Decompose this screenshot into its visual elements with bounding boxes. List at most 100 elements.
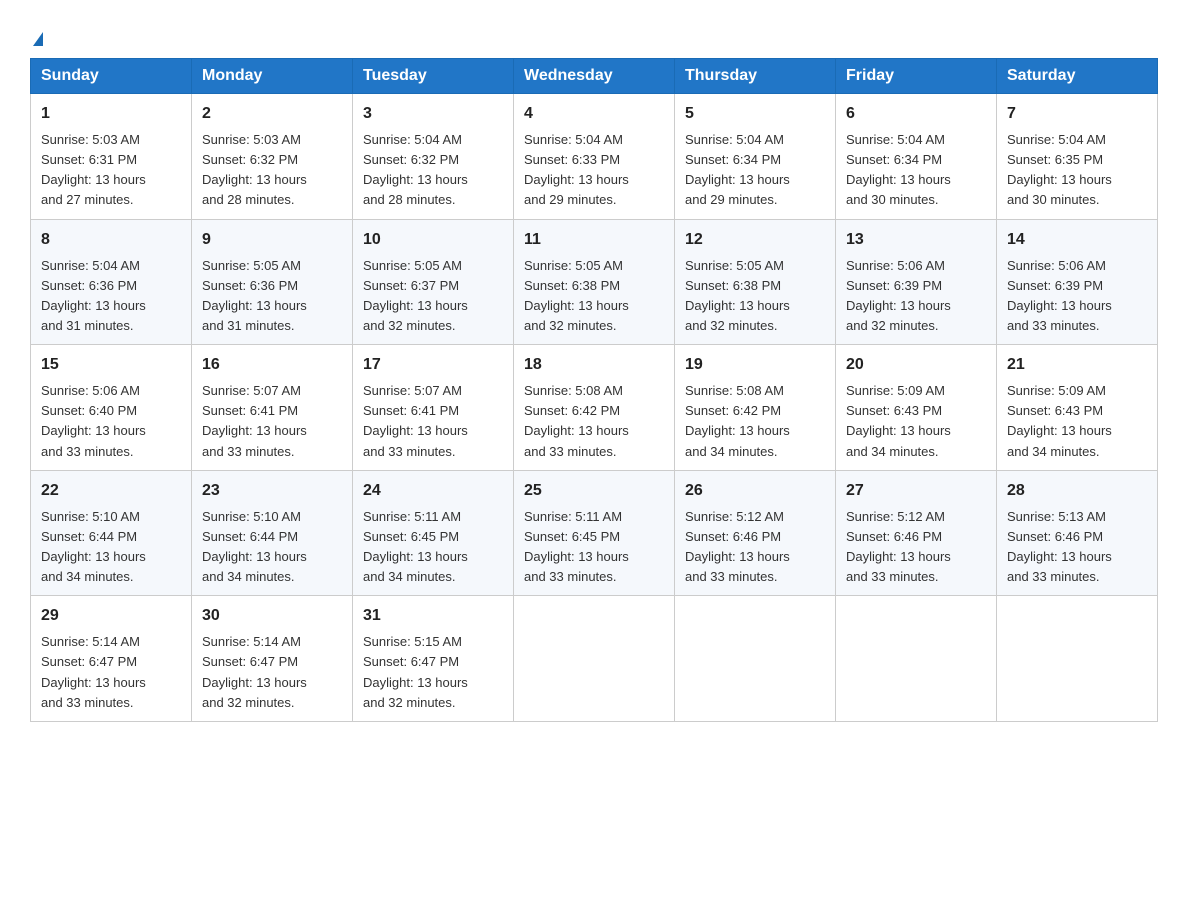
calendar-cell: 10 Sunrise: 5:05 AMSunset: 6:37 PMDayligh… xyxy=(353,219,514,345)
page-header xyxy=(30,20,1158,48)
calendar-cell: 13 Sunrise: 5:06 AMSunset: 6:39 PMDayligh… xyxy=(836,219,997,345)
calendar-cell: 14 Sunrise: 5:06 AMSunset: 6:39 PMDayligh… xyxy=(997,219,1158,345)
day-number: 9 xyxy=(202,228,342,252)
calendar-week-row: 22 Sunrise: 5:10 AMSunset: 6:44 PMDayligh… xyxy=(31,470,1158,596)
col-thursday: Thursday xyxy=(675,59,836,94)
logo-general-row xyxy=(30,20,43,48)
calendar-body: 1 Sunrise: 5:03 AMSunset: 6:31 PMDaylight… xyxy=(31,94,1158,722)
calendar-week-row: 8 Sunrise: 5:04 AMSunset: 6:36 PMDaylight… xyxy=(31,219,1158,345)
day-info: Sunrise: 5:09 AMSunset: 6:43 PMDaylight:… xyxy=(846,383,951,458)
calendar-cell: 15 Sunrise: 5:06 AMSunset: 6:40 PMDayligh… xyxy=(31,345,192,471)
day-number: 13 xyxy=(846,228,986,252)
calendar-cell: 28 Sunrise: 5:13 AMSunset: 6:46 PMDayligh… xyxy=(997,470,1158,596)
day-info: Sunrise: 5:03 AMSunset: 6:32 PMDaylight:… xyxy=(202,132,307,207)
day-number: 29 xyxy=(41,604,181,628)
col-tuesday: Tuesday xyxy=(353,59,514,94)
calendar-table: Sunday Monday Tuesday Wednesday Thursday… xyxy=(30,58,1158,722)
day-info: Sunrise: 5:13 AMSunset: 6:46 PMDaylight:… xyxy=(1007,509,1112,584)
calendar-week-row: 1 Sunrise: 5:03 AMSunset: 6:31 PMDaylight… xyxy=(31,94,1158,220)
day-number: 4 xyxy=(524,102,664,126)
calendar-cell: 8 Sunrise: 5:04 AMSunset: 6:36 PMDaylight… xyxy=(31,219,192,345)
day-number: 26 xyxy=(685,479,825,503)
col-friday: Friday xyxy=(836,59,997,94)
calendar-cell xyxy=(997,596,1158,722)
calendar-cell: 17Sunrise: 5:07 AMSunset: 6:41 PMDayligh… xyxy=(353,345,514,471)
day-info: Sunrise: 5:04 AMSunset: 6:32 PMDaylight:… xyxy=(363,132,468,207)
day-number: 1 xyxy=(41,102,181,126)
day-info: Sunrise: 5:04 AMSunset: 6:36 PMDaylight:… xyxy=(41,258,146,333)
day-number: 8 xyxy=(41,228,181,252)
day-number: 6 xyxy=(846,102,986,126)
day-number: 22 xyxy=(41,479,181,503)
calendar-cell: 5 Sunrise: 5:04 AMSunset: 6:34 PMDaylight… xyxy=(675,94,836,220)
calendar-cell: 20 Sunrise: 5:09 AMSunset: 6:43 PMDayligh… xyxy=(836,345,997,471)
day-info: Sunrise: 5:07 AMSunset: 6:41 PMDaylight:… xyxy=(202,383,307,458)
day-info: Sunrise: 5:05 AMSunset: 6:37 PMDaylight:… xyxy=(363,258,468,333)
calendar-cell: 2 Sunrise: 5:03 AMSunset: 6:32 PMDaylight… xyxy=(192,94,353,220)
day-info: Sunrise: 5:04 AMSunset: 6:35 PMDaylight:… xyxy=(1007,132,1112,207)
col-monday: Monday xyxy=(192,59,353,94)
day-number: 15 xyxy=(41,353,181,377)
logo xyxy=(30,20,43,48)
calendar-week-row: 15 Sunrise: 5:06 AMSunset: 6:40 PMDayligh… xyxy=(31,345,1158,471)
day-number: 2 xyxy=(202,102,342,126)
calendar-week-row: 29 Sunrise: 5:14 AMSunset: 6:47 PMDayligh… xyxy=(31,596,1158,722)
calendar-cell: 7Sunrise: 5:04 AMSunset: 6:35 PMDaylight… xyxy=(997,94,1158,220)
day-info: Sunrise: 5:06 AMSunset: 6:39 PMDaylight:… xyxy=(1007,258,1112,333)
day-info: Sunrise: 5:10 AMSunset: 6:44 PMDaylight:… xyxy=(41,509,146,584)
calendar-cell: 31 Sunrise: 5:15 AMSunset: 6:47 PMDayligh… xyxy=(353,596,514,722)
day-info: Sunrise: 5:11 AMSunset: 6:45 PMDaylight:… xyxy=(363,509,468,584)
col-sunday: Sunday xyxy=(31,59,192,94)
day-info: Sunrise: 5:15 AMSunset: 6:47 PMDaylight:… xyxy=(363,634,468,709)
day-info: Sunrise: 5:08 AMSunset: 6:42 PMDaylight:… xyxy=(524,383,629,458)
calendar-cell xyxy=(836,596,997,722)
day-number: 10 xyxy=(363,228,503,252)
day-info: Sunrise: 5:03 AMSunset: 6:31 PMDaylight:… xyxy=(41,132,146,207)
day-number: 21 xyxy=(1007,353,1147,377)
day-number: 30 xyxy=(202,604,342,628)
day-number: 18 xyxy=(524,353,664,377)
calendar-cell: 16 Sunrise: 5:07 AMSunset: 6:41 PMDayligh… xyxy=(192,345,353,471)
calendar-cell: 21 Sunrise: 5:09 AMSunset: 6:43 PMDayligh… xyxy=(997,345,1158,471)
col-saturday: Saturday xyxy=(997,59,1158,94)
day-info: Sunrise: 5:10 AMSunset: 6:44 PMDaylight:… xyxy=(202,509,307,584)
calendar-cell: 25Sunrise: 5:11 AMSunset: 6:45 PMDayligh… xyxy=(514,470,675,596)
day-info: Sunrise: 5:12 AMSunset: 6:46 PMDaylight:… xyxy=(846,509,951,584)
day-info: Sunrise: 5:04 AMSunset: 6:34 PMDaylight:… xyxy=(846,132,951,207)
calendar-cell: 6 Sunrise: 5:04 AMSunset: 6:34 PMDaylight… xyxy=(836,94,997,220)
calendar-cell: 19 Sunrise: 5:08 AMSunset: 6:42 PMDayligh… xyxy=(675,345,836,471)
calendar-cell: 30 Sunrise: 5:14 AMSunset: 6:47 PMDayligh… xyxy=(192,596,353,722)
calendar-cell: 4 Sunrise: 5:04 AMSunset: 6:33 PMDaylight… xyxy=(514,94,675,220)
calendar-cell: 29Sunrise: 5:14 AMSunset: 6:47 PMDayligh… xyxy=(31,596,192,722)
calendar-cell: 1 Sunrise: 5:03 AMSunset: 6:31 PMDaylight… xyxy=(31,94,192,220)
calendar-cell: 12Sunrise: 5:05 AMSunset: 6:38 PMDayligh… xyxy=(675,219,836,345)
calendar-cell: 24 Sunrise: 5:11 AMSunset: 6:45 PMDayligh… xyxy=(353,470,514,596)
day-number: 28 xyxy=(1007,479,1147,503)
day-info: Sunrise: 5:09 AMSunset: 6:43 PMDaylight:… xyxy=(1007,383,1112,458)
day-info: Sunrise: 5:06 AMSunset: 6:39 PMDaylight:… xyxy=(846,258,951,333)
day-info: Sunrise: 5:04 AMSunset: 6:34 PMDaylight:… xyxy=(685,132,790,207)
header-row: Sunday Monday Tuesday Wednesday Thursday… xyxy=(31,59,1158,94)
day-number: 23 xyxy=(202,479,342,503)
day-info: Sunrise: 5:08 AMSunset: 6:42 PMDaylight:… xyxy=(685,383,790,458)
day-number: 11 xyxy=(524,228,664,252)
day-number: 16 xyxy=(202,353,342,377)
day-number: 5 xyxy=(685,102,825,126)
calendar-cell: 11 Sunrise: 5:05 AMSunset: 6:38 PMDayligh… xyxy=(514,219,675,345)
day-info: Sunrise: 5:14 AMSunset: 6:47 PMDaylight:… xyxy=(202,634,307,709)
day-info: Sunrise: 5:04 AMSunset: 6:33 PMDaylight:… xyxy=(524,132,629,207)
day-info: Sunrise: 5:05 AMSunset: 6:38 PMDaylight:… xyxy=(524,258,629,333)
calendar-cell: 26Sunrise: 5:12 AMSunset: 6:46 PMDayligh… xyxy=(675,470,836,596)
logo-triangle-icon xyxy=(33,32,43,46)
col-wednesday: Wednesday xyxy=(514,59,675,94)
day-number: 14 xyxy=(1007,228,1147,252)
calendar-cell xyxy=(675,596,836,722)
day-info: Sunrise: 5:06 AMSunset: 6:40 PMDaylight:… xyxy=(41,383,146,458)
day-number: 31 xyxy=(363,604,503,628)
day-number: 19 xyxy=(685,353,825,377)
day-info: Sunrise: 5:05 AMSunset: 6:36 PMDaylight:… xyxy=(202,258,307,333)
day-number: 24 xyxy=(363,479,503,503)
day-info: Sunrise: 5:07 AMSunset: 6:41 PMDaylight:… xyxy=(363,383,468,458)
day-number: 20 xyxy=(846,353,986,377)
day-number: 25 xyxy=(524,479,664,503)
